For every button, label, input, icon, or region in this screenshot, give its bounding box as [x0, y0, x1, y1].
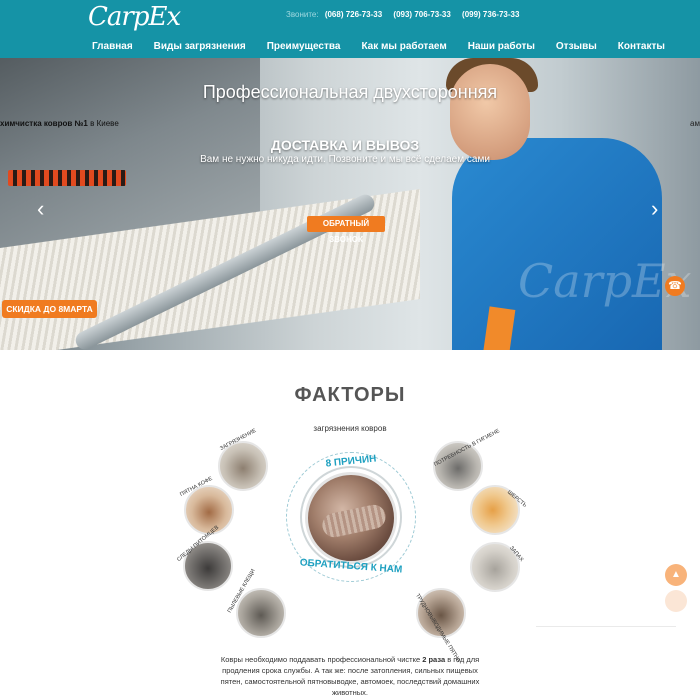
- hero-tagline-bold: химчистка ковров №1: [0, 119, 88, 128]
- hero-title: Профессиональная двухсторонняя: [202, 82, 498, 102]
- factors-paragraph-bold: 2 раза: [422, 655, 446, 664]
- factors-paragraph: Ковры необходимо поддавать профессиональ…: [212, 654, 488, 698]
- phones-label: Звоните:: [286, 10, 319, 19]
- phone-number-3[interactable]: (099) 736-73-33: [462, 10, 519, 19]
- nav-advantages[interactable]: Преимущества: [267, 41, 341, 52]
- scroll-secondary-button[interactable]: [665, 590, 687, 612]
- hero-tagline-city: в Киеве: [90, 119, 119, 128]
- factors-title: ФАКТОРЫ: [294, 384, 406, 406]
- nav-our-works[interactable]: Наши работы: [468, 41, 535, 52]
- logo[interactable]: CarpEx: [88, 2, 181, 32]
- discount-button[interactable]: СКИДКА ДО 8МАРТА: [2, 300, 97, 318]
- factor-image-mites: [236, 588, 286, 638]
- phone-call-icon[interactable]: ☎: [665, 276, 685, 296]
- hero-heading: ДОСТАВКА И ВЫВОЗ: [270, 137, 420, 153]
- phone-number-2[interactable]: (093) 706-73-33: [393, 10, 450, 19]
- hero-subtitle: Вам не нужно никуда идти. Позвоните и мы…: [200, 154, 490, 165]
- nav-how-we-work[interactable]: Как мы работаем: [361, 41, 446, 52]
- phone-number-1[interactable]: (068) 726-73-33: [325, 10, 382, 19]
- hero-photo-worker: [452, 138, 662, 350]
- hero-tagline: химчистка ковров №1 в Киеве: [0, 119, 119, 128]
- slider-next-icon[interactable]: ›: [651, 198, 658, 220]
- center-carpet-image: [305, 472, 397, 564]
- factors-subtitle: загрязнения ковров: [313, 424, 387, 433]
- nav-home[interactable]: Главная: [92, 41, 133, 52]
- site-header: CarpEx Звоните: (068) 726-73-33 (093) 70…: [0, 0, 700, 58]
- divider: [536, 626, 676, 627]
- nav-reviews[interactable]: Отзывы: [556, 41, 597, 52]
- main-nav: Главная Виды загрязнения Преимущества Ка…: [92, 41, 686, 52]
- nav-dirt-types[interactable]: Виды загрязнения: [154, 41, 246, 52]
- factors-paragraph-a: Ковры необходимо поддавать профессиональ…: [220, 655, 421, 664]
- hero-photo-lights: [8, 170, 126, 186]
- nav-contacts[interactable]: Контакты: [618, 41, 665, 52]
- hero-tagline-clipped: ам: [690, 119, 700, 128]
- scroll-top-icon[interactable]: ▲: [665, 564, 687, 586]
- phone-bar: Звоните: (068) 726-73-33 (093) 706-73-33…: [286, 10, 528, 19]
- hero-slider: CarpEx Профессиональная двухсторонняя хи…: [0, 58, 700, 350]
- callback-button[interactable]: ОБРАТНЫЙ ЗВОНОК: [307, 216, 385, 244]
- slider-prev-icon[interactable]: ‹: [37, 198, 44, 220]
